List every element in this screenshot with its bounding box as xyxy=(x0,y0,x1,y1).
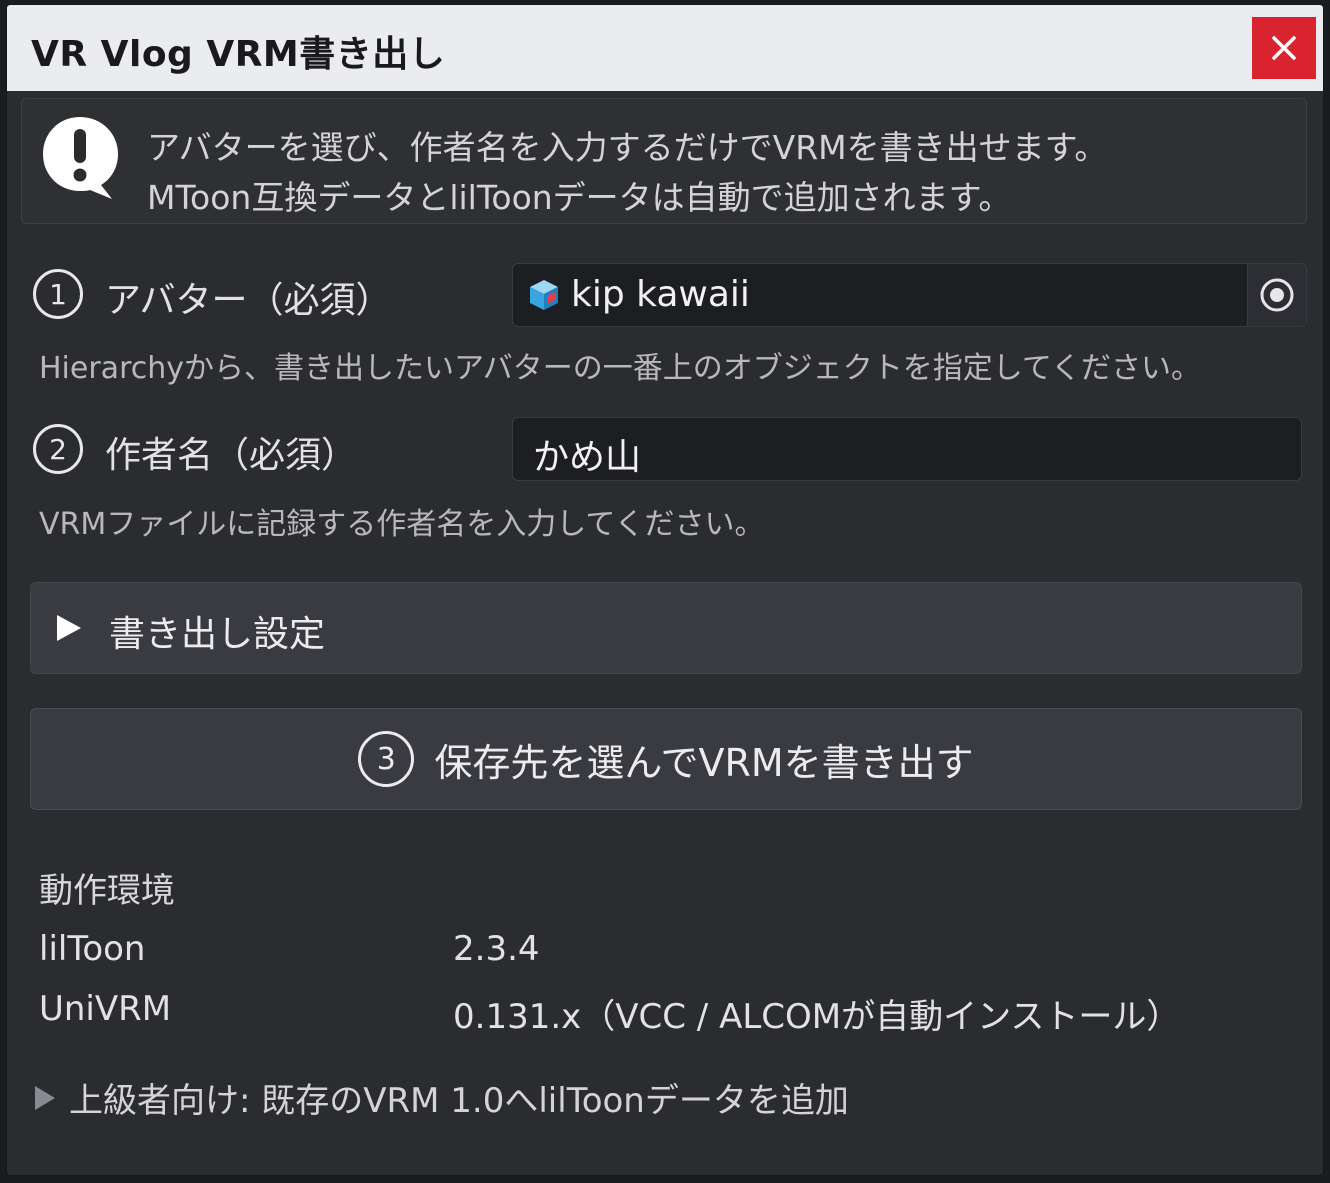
avatar-object-field[interactable]: kip kawaii xyxy=(512,263,1307,327)
prefab-cube-icon xyxy=(530,280,558,310)
environment-title: 動作環境 xyxy=(39,871,175,911)
advanced-label: 上級者向け: 既存のVRM 1.0へlilToonデータを追加 xyxy=(69,1081,849,1121)
author-label: 作者名（必須） xyxy=(105,435,358,476)
author-hint: VRMファイルに記録する作者名を入力してください。 xyxy=(39,507,765,542)
object-picker-button[interactable] xyxy=(1247,264,1306,326)
env-liltoon-version: 2.3.4 xyxy=(453,929,540,969)
advanced-foldout[interactable]: 上級者向け: 既存のVRM 1.0へlilToonデータを追加 xyxy=(33,1073,849,1122)
author-name-input[interactable]: かめ山 xyxy=(512,417,1302,481)
step-2-badge: 2 xyxy=(33,424,83,474)
info-text-line-2: MToon互換データとlilToonデータは自動で追加されます。 xyxy=(147,178,1012,217)
export-vrm-button[interactable]: 3 保存先を選んでVRMを書き出す xyxy=(30,708,1302,810)
export-settings-label: 書き出し設定 xyxy=(109,614,326,655)
info-help-box: アバターを選び、作者名を入力するだけでVRMを書き出せます。 MToon互換デー… xyxy=(21,98,1307,224)
env-univrm-version: 0.131.x（VCC / ALCOMが自動インストール） xyxy=(453,997,1181,1037)
export-settings-foldout[interactable]: 書き出し設定 xyxy=(30,582,1302,674)
avatar-hint: Hierarchyから、書き出したいアバターの一番上のオブジェクトを指定してくだ… xyxy=(39,351,1202,386)
close-button[interactable] xyxy=(1252,17,1316,79)
export-button-content: 3 保存先を選んでVRMを書き出す xyxy=(31,709,1301,809)
export-dialog: VR Vlog VRM書き出し アバターを選び、作者名を入力するだけでVRMを書… xyxy=(7,5,1323,1175)
step-1-badge: 1 xyxy=(33,269,83,319)
object-picker-icon xyxy=(1260,278,1294,312)
export-button-label: 保存先を選んでVRMを書き出す xyxy=(434,740,974,785)
triangle-right-icon xyxy=(57,615,81,641)
exclamation-speech-bubble-icon xyxy=(43,117,118,199)
step-3-badge: 3 xyxy=(358,731,415,787)
triangle-right-icon xyxy=(35,1085,55,1110)
info-text-line-1: アバターを選び、作者名を入力するだけでVRMを書き出せます。 xyxy=(147,128,1108,167)
env-liltoon-name: lilToon xyxy=(39,929,146,969)
avatar-label: アバター（必須） xyxy=(105,280,392,321)
avatar-value: kip kawaii xyxy=(571,274,750,315)
env-univrm-name: UniVRM xyxy=(39,989,172,1029)
title-bar[interactable]: VR Vlog VRM書き出し xyxy=(7,5,1323,91)
author-value: かめ山 xyxy=(533,437,642,478)
window-title: VR Vlog VRM書き出し xyxy=(31,34,446,75)
close-icon xyxy=(1272,36,1296,60)
